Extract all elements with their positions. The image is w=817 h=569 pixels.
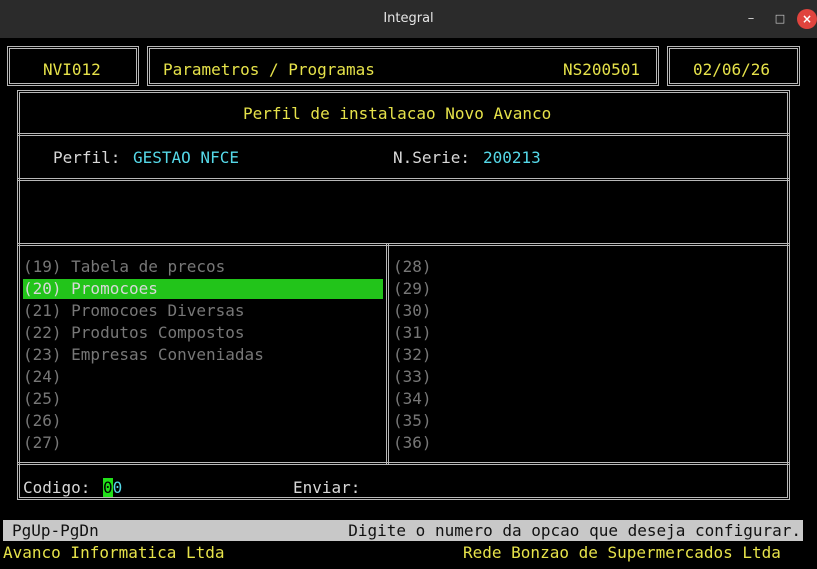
divider [17,243,790,246]
option-28[interactable]: (28) [393,257,432,277]
window-title: Integral [383,11,434,26]
option-30[interactable]: (30) [393,301,432,321]
perfil-value: GESTAO NFCE [133,148,239,167]
enviar-label: Enviar: [293,478,361,497]
program-code: NVI012 [43,60,101,79]
terminal-screen: NVI012 Parametros / Programas NS200501 0… [0,38,817,569]
footer-client: Rede Bonzao de Supermercados Ltda [463,543,781,562]
minimize-icon[interactable]: – [741,9,761,29]
divider [17,133,790,136]
footer-company: Avanco Informatica Ltda [3,543,225,562]
text-cursor: 0 [103,478,113,497]
codigo-input[interactable]: 00 [103,478,122,498]
codigo-value: 0 [112,478,123,497]
status-hint: Digite o numero da opcao que deseja conf… [348,521,801,540]
status-bar: PgUp-PgDn Digite o numero da opcao que d… [3,520,803,541]
option-26[interactable]: (26) [23,411,62,431]
divider [17,178,790,181]
close-icon[interactable]: × [797,9,817,29]
panel-title: Perfil de instalacao Novo Avanco [243,104,552,123]
option-24[interactable]: (24) [23,367,62,387]
serie-label: N.Serie: [393,148,471,167]
option-21[interactable]: (21) Promocoes Diversas [23,301,245,321]
option-34[interactable]: (34) [393,389,432,409]
serie-value: 200213 [483,148,541,167]
option-20-selected[interactable]: (20) Promocoes [23,279,158,299]
date-value: 02/06/26 [693,60,771,79]
divider [17,462,790,465]
codigo-label: Codigo: [23,478,91,497]
option-35[interactable]: (35) [393,411,432,431]
option-33[interactable]: (33) [393,367,432,387]
option-32[interactable]: (32) [393,345,432,365]
option-19[interactable]: (19) Tabela de precos [23,257,225,277]
column-divider [386,243,389,465]
perfil-label: Perfil: [53,148,121,167]
option-25[interactable]: (25) [23,389,62,409]
module-title: Parametros / Programas [163,60,375,79]
option-31[interactable]: (31) [393,323,432,343]
window-titlebar: Integral – □ × [0,0,817,38]
status-keys: PgUp-PgDn [12,521,99,540]
option-36[interactable]: (36) [393,433,432,453]
option-29[interactable]: (29) [393,279,432,299]
option-23[interactable]: (23) Empresas Conveniadas [23,345,264,365]
option-22[interactable]: (22) Produtos Compostos [23,323,245,343]
option-27[interactable]: (27) [23,433,62,453]
serial-code: NS200501 [563,60,641,79]
maximize-icon[interactable]: □ [770,9,790,29]
